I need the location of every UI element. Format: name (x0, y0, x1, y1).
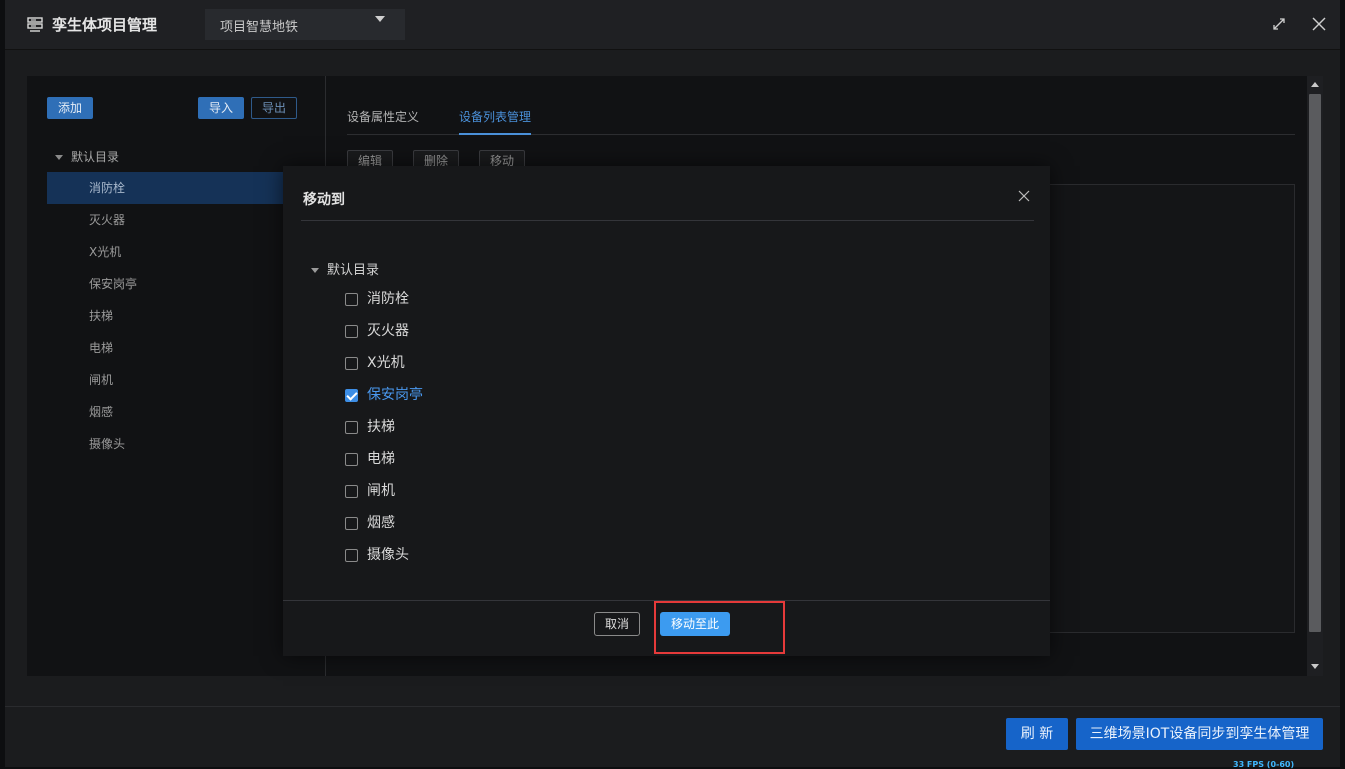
close-icon (1312, 17, 1326, 31)
dialog-list-item[interactable]: 烟感 (345, 507, 423, 539)
caret-down-icon (311, 268, 319, 273)
chevron-down-icon (375, 16, 385, 22)
footer-bar: 刷 新 三维场景IOT设备同步到孪生体管理 (5, 706, 1340, 767)
title-bar: 孪生体项目管理 项目智慧地铁 (5, 0, 1340, 50)
app-title: 孪生体项目管理 (52, 16, 158, 34)
scroll-up-icon[interactable] (1311, 82, 1319, 87)
dialog-item-label: 消防栓 (367, 291, 409, 307)
dialog-item-label: 摄像头 (367, 547, 409, 563)
tab-device-properties[interactable]: 设备属性定义 (347, 108, 419, 135)
checkbox[interactable] (345, 548, 358, 562)
close-window-button[interactable] (1310, 15, 1328, 33)
import-button[interactable]: 导入 (198, 97, 244, 119)
dialog-list-item[interactable]: 闸机 (345, 475, 423, 507)
fps-counter: 33 FPS (0-60) (1233, 760, 1295, 769)
checkbox[interactable] (345, 420, 358, 434)
checkbox[interactable] (345, 452, 358, 466)
maximize-button[interactable] (1270, 15, 1288, 33)
dialog-list-item[interactable]: 保安岗亭 (345, 379, 423, 411)
checkbox[interactable] (345, 324, 358, 338)
tab-bar: 设备属性定义 设备列表管理 (347, 108, 1295, 135)
dialog-list-item[interactable]: 电梯 (345, 443, 423, 475)
tree-root-label: 默认目录 (71, 150, 120, 164)
project-select[interactable]: 项目智慧地铁 (205, 9, 405, 40)
caret-down-icon (55, 155, 63, 160)
cancel-button[interactable]: 取消 (594, 612, 640, 636)
dialog-item-label: 烟感 (367, 515, 395, 531)
checkbox[interactable] (345, 516, 358, 530)
sync-iot-button[interactable]: 三维场景IOT设备同步到孪生体管理 (1076, 718, 1323, 750)
tab-device-list[interactable]: 设备列表管理 (459, 108, 532, 135)
dialog-list-item[interactable]: 摄像头 (345, 539, 423, 571)
dialog-item-label: 电梯 (367, 451, 395, 467)
server-rack-icon (27, 17, 43, 32)
dialog-category-list: 消防栓 灭火器 X光机 保安岗亭 扶梯 电梯 闸机 烟感 摄像头 (345, 283, 423, 571)
checkbox[interactable] (345, 388, 358, 402)
dialog-item-label: 扶梯 (367, 419, 395, 435)
checkbox[interactable] (345, 484, 358, 498)
refresh-button[interactable]: 刷 新 (1006, 718, 1068, 750)
category-panel: 添加 导入 导出 默认目录 消防栓 灭火器 X光机 保安岗亭 扶梯 电梯 闸机 … (27, 76, 326, 676)
dialog-list-item[interactable]: 扶梯 (345, 411, 423, 443)
checkbox[interactable] (345, 292, 358, 306)
dialog-header: 移动到 (283, 166, 1050, 221)
scroll-thumb[interactable] (1309, 94, 1321, 632)
dialog-item-label: 灭火器 (367, 323, 409, 339)
export-button[interactable]: 导出 (251, 97, 297, 119)
add-button[interactable]: 添加 (47, 97, 93, 119)
highlight-annotation (654, 601, 785, 654)
project-select-value: 项目智慧地铁 (220, 20, 299, 35)
checkbox[interactable] (345, 356, 358, 370)
dialog-title: 移动到 (303, 192, 345, 208)
dialog-list-item[interactable]: 灭火器 (345, 315, 423, 347)
dialog-divider (301, 220, 1034, 221)
dialog-list-item[interactable]: X光机 (345, 347, 423, 379)
dialog-list-item[interactable]: 消防栓 (345, 283, 423, 315)
dialog-tree-root-label: 默认目录 (327, 263, 380, 278)
tree-root-default[interactable]: 默认目录 (55, 148, 119, 165)
move-to-dialog: 移动到 默认目录 消防栓 灭火器 X光机 保安岗亭 扶梯 电梯 闸机 烟感 摄像… (283, 166, 1050, 656)
dialog-item-label: 保安岗亭 (367, 387, 423, 403)
close-icon[interactable] (1018, 190, 1030, 202)
vertical-scrollbar[interactable] (1307, 76, 1323, 676)
scroll-down-icon[interactable] (1311, 664, 1319, 669)
dialog-item-label: X光机 (367, 355, 405, 371)
dialog-item-label: 闸机 (367, 483, 395, 499)
dialog-tree-root[interactable]: 默认目录 (311, 259, 379, 278)
expand-arrows-icon (1273, 18, 1285, 30)
